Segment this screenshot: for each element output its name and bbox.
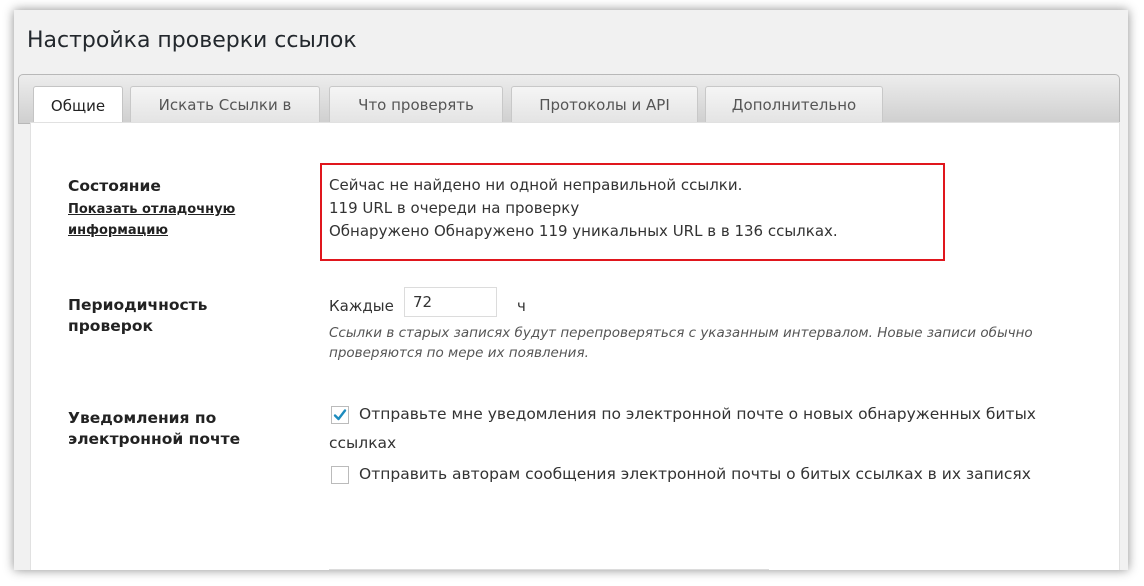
page-title: Настройка проверки ссылок: [27, 28, 357, 53]
tab-bar: Общие Искать Ссылки в Что проверять Прот…: [18, 74, 1120, 124]
status-queue: 119 URL в очереди на проверку: [329, 199, 580, 217]
notify-me-label: Отправьте мне уведомления по электронной…: [329, 405, 1036, 452]
interval-description: Ссылки в старых записях будут перепровер…: [329, 325, 1033, 361]
interval-input[interactable]: [404, 287, 497, 317]
interval-prefix: Каждые: [329, 297, 394, 315]
interval-label: Периодичность проверок: [68, 296, 208, 335]
tab-search-links-in[interactable]: Искать Ссылки в: [130, 86, 320, 122]
partial-input-field[interactable]: [329, 569, 769, 570]
interval-unit: ч: [517, 297, 526, 315]
show-debug-info-link[interactable]: Показать отладочную информацию: [68, 199, 278, 241]
status-label: Состояние: [68, 177, 161, 195]
notifications-label: Уведомления по электронной почте: [68, 409, 241, 448]
tab-what-to-check[interactable]: Что проверять: [329, 86, 503, 122]
status-found-urls: Обнаружено Обнаружено 119 уникальных URL…: [329, 222, 838, 240]
tab-advanced[interactable]: Дополнительно: [705, 86, 883, 122]
notify-authors-label: Отправить авторам сообщения электронной …: [359, 465, 1031, 483]
settings-window: Настройка проверки ссылок Общие Искать С…: [14, 10, 1128, 570]
tab-general[interactable]: Общие: [33, 86, 123, 124]
settings-content: Состояние Показать отладочную информацию…: [30, 122, 1120, 570]
tab-protocols-api[interactable]: Протоколы и API: [511, 86, 698, 122]
status-broken-links: Сейчас не найдено ни одной неправильной …: [329, 176, 743, 194]
